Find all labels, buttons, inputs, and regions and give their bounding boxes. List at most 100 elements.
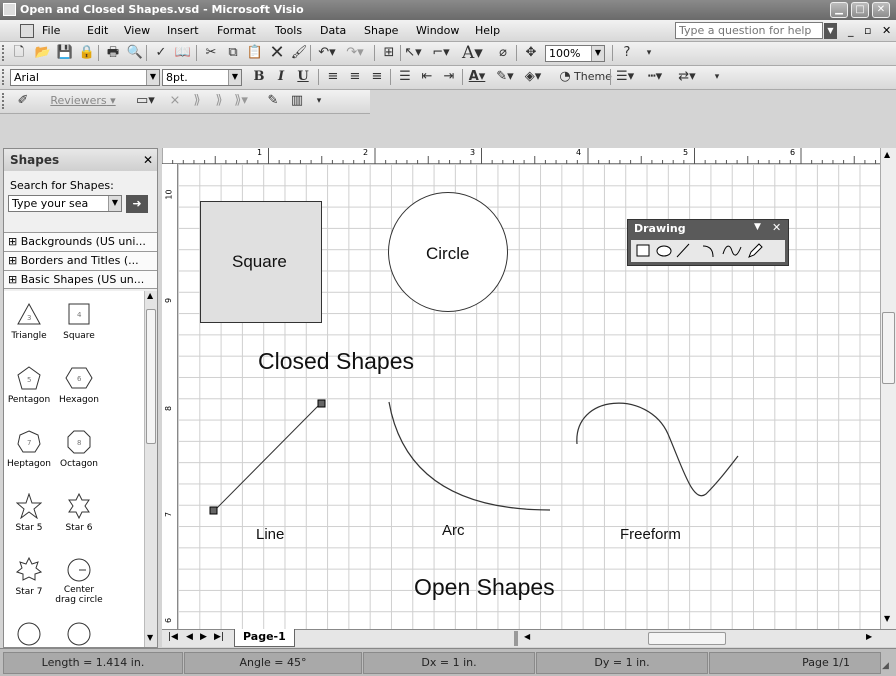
pointer-tool-icon[interactable]: ↖▾ bbox=[404, 44, 422, 62]
search-go-icon[interactable]: ➜ bbox=[126, 195, 148, 213]
reviewers-dropdown[interactable]: Reviewers ▾ bbox=[38, 92, 128, 110]
scroll-down-icon[interactable]: ▼ bbox=[884, 614, 890, 623]
previous-markup-icon[interactable]: ⟫ bbox=[188, 92, 206, 110]
save-icon[interactable]: 💾 bbox=[56, 44, 74, 62]
italic-button[interactable]: I bbox=[272, 68, 290, 86]
paste-icon[interactable]: 📋 bbox=[246, 44, 264, 62]
print-icon[interactable]: 🖶 bbox=[104, 44, 122, 62]
line-color-icon[interactable]: ✎▾ bbox=[496, 68, 514, 86]
horizontal-ruler[interactable]: 1 2 3 4 5 6 bbox=[161, 148, 882, 164]
scroll-thumb[interactable] bbox=[146, 309, 156, 444]
shape-center-drag-circle[interactable]: Center drag circle bbox=[54, 557, 104, 617]
menu-view[interactable]: View bbox=[124, 24, 150, 37]
drawing-canvas[interactable]: Square Circle Closed Shapes Line Arc Fre… bbox=[178, 164, 882, 629]
next-page-icon[interactable]: ▶ bbox=[200, 632, 207, 642]
scroll-down-icon[interactable]: ▼ bbox=[147, 633, 153, 642]
increase-indent-icon[interactable]: ⇥ bbox=[440, 68, 458, 86]
line-tool-icon[interactable] bbox=[676, 243, 690, 258]
arc-tool-icon[interactable] bbox=[702, 245, 714, 258]
help-dropdown-icon[interactable]: ▼ bbox=[824, 23, 837, 39]
track-markup-icon[interactable]: ✐ bbox=[14, 92, 32, 110]
menu-tools[interactable]: Tools bbox=[275, 24, 302, 37]
doc-restore-button[interactable]: ▫ bbox=[864, 24, 871, 37]
font-color-icon[interactable]: A▾ bbox=[468, 68, 486, 86]
connector-tool-icon[interactable]: ⌐▾ bbox=[432, 44, 450, 62]
ellipse-tool-icon[interactable] bbox=[656, 245, 672, 257]
font-size-combo[interactable]: 8pt. ▼ bbox=[162, 69, 242, 86]
menu-edit[interactable]: Edit bbox=[87, 24, 108, 37]
scroll-up-icon[interactable]: ▲ bbox=[147, 291, 153, 300]
delete-comment-icon[interactable]: ⨯ bbox=[166, 92, 184, 110]
shape-pentagon[interactable]: 5 Pentagon bbox=[6, 365, 52, 425]
rectangle-tool-icon[interactable] bbox=[636, 244, 650, 257]
shape-hexagon[interactable]: 6 Hexagon bbox=[56, 365, 102, 425]
line-ends-icon[interactable]: ⇄▾ bbox=[678, 68, 696, 86]
arc-shape[interactable] bbox=[388, 401, 551, 511]
chevron-down-icon[interactable]: ▼ bbox=[108, 196, 121, 211]
toolbar-options-icon[interactable]: ▾ bbox=[310, 92, 328, 110]
line-endpoint-handle[interactable] bbox=[317, 399, 326, 408]
format-painter-icon[interactable]: 🖌 bbox=[290, 44, 308, 62]
align-right-icon[interactable]: ≡ bbox=[368, 68, 386, 86]
theme-icon[interactable]: ◔ bbox=[556, 68, 574, 86]
task-pane-icon[interactable]: ▥ bbox=[288, 92, 306, 110]
pencil-tool-icon[interactable] bbox=[748, 243, 763, 258]
accept-icon[interactable]: ⟫▾ bbox=[232, 92, 250, 110]
doc-minimize-button[interactable]: _ bbox=[848, 24, 854, 37]
chevron-down-icon[interactable]: ▼ bbox=[591, 46, 604, 61]
bold-button[interactable]: B bbox=[250, 68, 268, 86]
canvas-vertical-scrollbar[interactable]: ▲ ▼ bbox=[880, 148, 896, 629]
shape-partial[interactable] bbox=[56, 621, 102, 647]
toolbar-grip[interactable] bbox=[2, 93, 5, 109]
line-pattern-icon[interactable]: ┅▾ bbox=[646, 68, 664, 86]
maximize-button[interactable]: □ bbox=[851, 2, 869, 18]
menu-data[interactable]: Data bbox=[320, 24, 346, 37]
text-tool-icon[interactable]: A▾ bbox=[462, 44, 483, 62]
toolbar-grip[interactable] bbox=[2, 69, 5, 85]
horizontal-scroll-thumb[interactable] bbox=[648, 632, 726, 645]
previous-page-icon[interactable]: ◀ bbox=[186, 632, 193, 642]
shape-partial[interactable] bbox=[6, 621, 52, 647]
shape-triangle[interactable]: 3 Triangle bbox=[6, 301, 52, 361]
bullets-icon[interactable]: ☰ bbox=[396, 68, 414, 86]
delete-icon[interactable]: ✕ bbox=[268, 44, 286, 62]
tab-splitter[interactable] bbox=[514, 631, 518, 646]
freeform-shape[interactable] bbox=[576, 402, 739, 497]
line-weight-icon[interactable]: ☰▾ bbox=[616, 68, 634, 86]
next-markup-icon[interactable]: ⟫ bbox=[210, 92, 228, 110]
chevron-down-icon[interactable]: ▼ bbox=[146, 70, 159, 85]
new-icon[interactable]: 🗋 bbox=[10, 44, 28, 62]
shape-star-7[interactable]: Star 7 bbox=[6, 557, 52, 617]
scroll-thumb[interactable] bbox=[882, 312, 895, 384]
tab-page-1[interactable]: Page-1 bbox=[234, 629, 295, 647]
close-icon[interactable]: ✕ bbox=[143, 153, 153, 167]
align-center-icon[interactable]: ≡ bbox=[346, 68, 364, 86]
font-combo[interactable]: Arial ▼ bbox=[10, 69, 160, 86]
research-icon[interactable]: 📖 bbox=[174, 44, 192, 62]
pan-zoom-icon[interactable]: ✥ bbox=[522, 44, 540, 62]
stencil-basic-shapes[interactable]: ⊞ Basic Shapes (US un... bbox=[4, 270, 157, 289]
shape-star-5[interactable]: Star 5 bbox=[6, 493, 52, 553]
menu-window[interactable]: Window bbox=[416, 24, 459, 37]
first-page-icon[interactable]: |◀ bbox=[168, 632, 178, 642]
freeform-tool-icon[interactable] bbox=[722, 245, 742, 256]
hyperlink-icon[interactable]: ⊞ bbox=[380, 44, 398, 62]
cut-icon[interactable]: ✂ bbox=[202, 44, 220, 62]
scroll-up-icon[interactable]: ▲ bbox=[884, 150, 890, 159]
stencil-backgrounds[interactable]: ⊞ Backgrounds (US uni... bbox=[4, 232, 157, 251]
decrease-indent-icon[interactable]: ⇤ bbox=[418, 68, 436, 86]
toolbar-grip[interactable] bbox=[2, 45, 5, 61]
menu-shape[interactable]: Shape bbox=[364, 24, 398, 37]
stencil-borders[interactable]: ⊞ Borders and Titles (... bbox=[4, 251, 157, 270]
toolbar-options-icon[interactable]: ▾ bbox=[708, 68, 726, 86]
shape-star-6[interactable]: Star 6 bbox=[56, 493, 102, 553]
theme-button[interactable]: Theme bbox=[574, 68, 612, 86]
zoom-combo[interactable]: 100% ▼ bbox=[545, 45, 605, 62]
shape-octagon[interactable]: 8 Octagon bbox=[56, 429, 102, 489]
permission-icon[interactable]: 🔒 bbox=[78, 44, 96, 62]
shape-heptagon[interactable]: 7 Heptagon bbox=[6, 429, 52, 489]
last-page-icon[interactable]: ▶| bbox=[214, 632, 224, 642]
close-icon[interactable]: ✕ bbox=[772, 221, 781, 234]
line-endpoint-handle[interactable] bbox=[209, 506, 218, 515]
help-icon[interactable]: ? bbox=[618, 44, 636, 62]
